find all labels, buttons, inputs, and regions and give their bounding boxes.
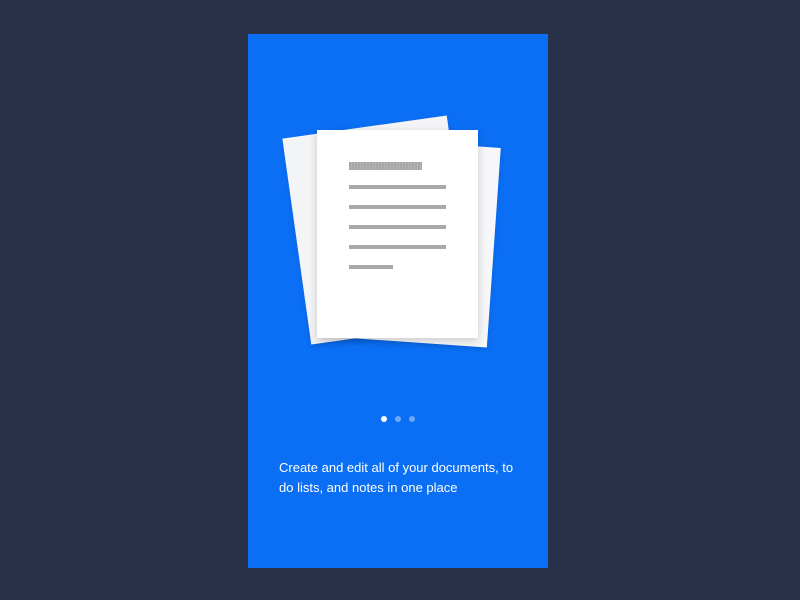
document-line-placeholder — [349, 265, 393, 269]
onboarding-caption: Create and edit all of your documents, t… — [279, 460, 514, 495]
document-line-placeholder — [349, 225, 446, 229]
pagination-dots — [248, 416, 548, 422]
document-line-placeholder — [349, 185, 446, 189]
onboarding-screen: Create and edit all of your documents, t… — [248, 34, 548, 568]
front-sheet — [317, 130, 478, 338]
document-line-placeholder — [349, 205, 446, 209]
document-line-placeholder — [349, 245, 446, 249]
pagination-dot-1[interactable] — [381, 416, 387, 422]
documents-stack-icon — [248, 34, 548, 394]
document-title-placeholder — [349, 162, 422, 170]
pagination-dot-2[interactable] — [395, 416, 401, 422]
pagination-dot-3[interactable] — [409, 416, 415, 422]
